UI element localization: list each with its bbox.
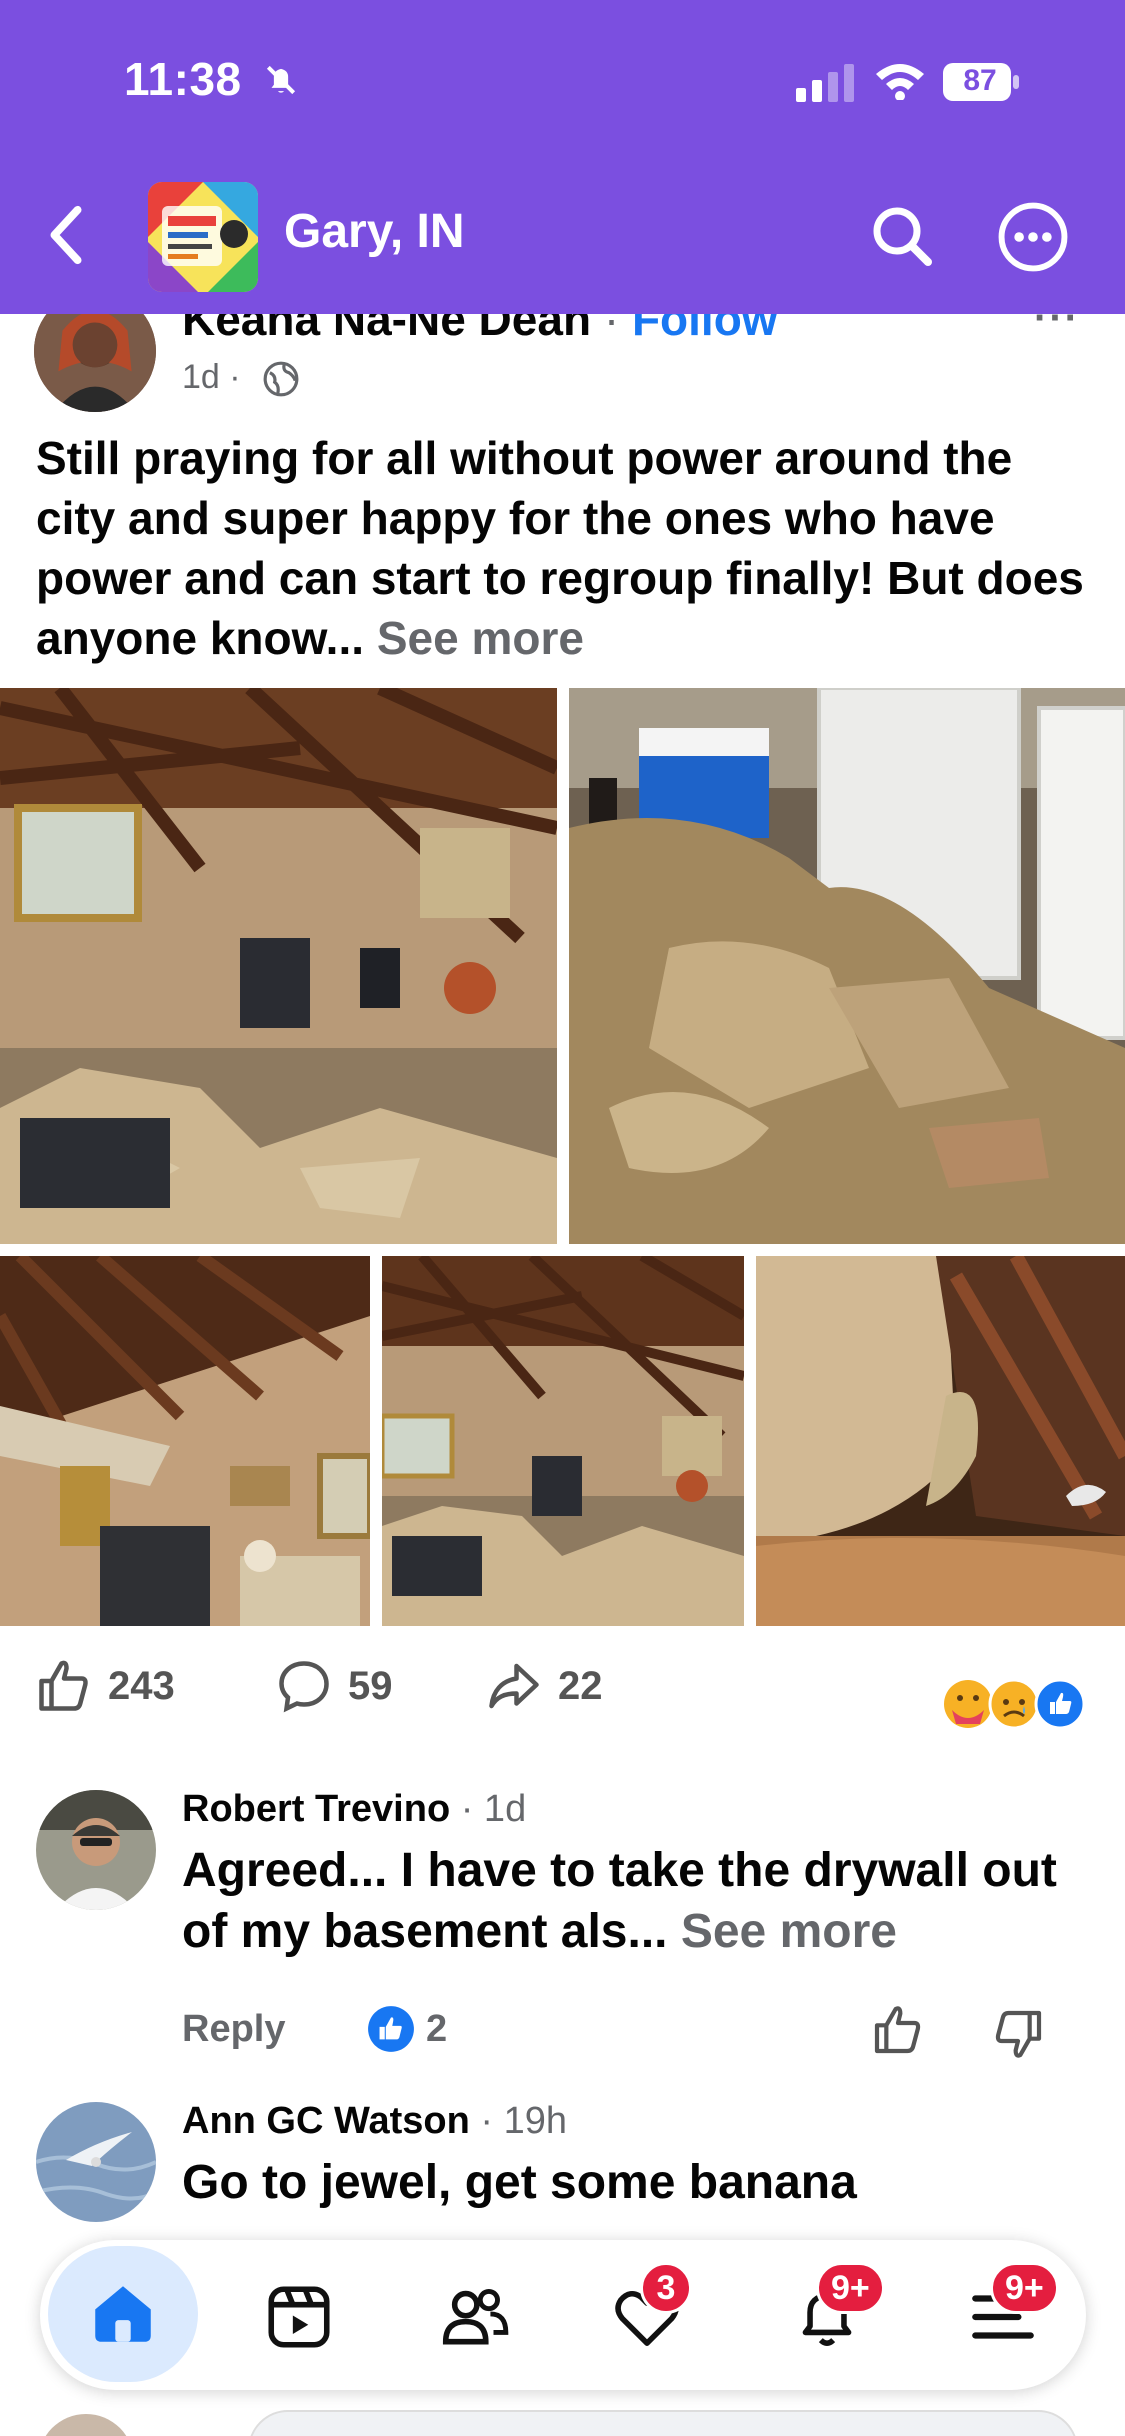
share-arrow-icon xyxy=(489,1663,539,1709)
reaction-emojis[interactable] xyxy=(940,1676,1090,1732)
nav-home-tab[interactable] xyxy=(48,2246,198,2382)
post-photo-2[interactable] xyxy=(569,688,1125,1244)
share-button[interactable]: 22 xyxy=(484,1656,603,1716)
nav-video-tab[interactable] xyxy=(244,2262,354,2372)
menu-badge: 9+ xyxy=(990,2262,1059,2314)
like-count: 243 xyxy=(108,1663,175,1708)
comment-text: Go to jewel, get some banana xyxy=(182,2156,857,2209)
bell-muted-icon xyxy=(266,65,296,95)
post-photo-1[interactable] xyxy=(0,688,557,1244)
comment-count: 59 xyxy=(348,1663,393,1708)
post-photo-3[interactable] xyxy=(0,1256,370,1626)
comment-author-line: Robert Trevino · 1d xyxy=(182,1788,526,1831)
comment-bubble-icon xyxy=(279,1661,329,1713)
comment-body: Agreed... I have to take the drywall out… xyxy=(182,1840,1082,1962)
comment-dislike-thumb-icon[interactable] xyxy=(990,2006,1046,2062)
like-badge-icon xyxy=(368,2006,414,2052)
commenter-avatar[interactable] xyxy=(36,1790,156,1910)
nav-friends-tab[interactable] xyxy=(420,2262,530,2372)
signal-icon xyxy=(796,64,854,102)
group-header: 11:38 87 Gary, IN xyxy=(0,0,1125,314)
comment-composer[interactable] xyxy=(248,2410,1078,2436)
battery-level: 87 xyxy=(963,64,997,97)
post-body: Still praying for all without power arou… xyxy=(36,428,1096,668)
post-photo-5[interactable] xyxy=(756,1256,1125,1626)
commenter-avatar[interactable] xyxy=(36,2102,156,2222)
notifications-badge: 9+ xyxy=(816,2262,885,2314)
friends-icon xyxy=(442,2288,509,2345)
back-chevron-icon[interactable] xyxy=(46,204,86,266)
comment-author-name[interactable]: Ann GC Watson xyxy=(182,2100,470,2142)
more-options-icon[interactable] xyxy=(996,200,1070,274)
comment-text: Agreed... I have to take the drywall out… xyxy=(182,1844,1057,1958)
sad-emoji-icon xyxy=(988,1678,1040,1730)
comment-like-number: 2 xyxy=(426,2007,448,2050)
care-emoji-icon xyxy=(944,1680,992,1728)
comment-author-line: Ann GC Watson · 19h xyxy=(182,2100,567,2143)
share-count: 22 xyxy=(558,1663,603,1708)
like-button[interactable]: 243 xyxy=(34,1656,175,1716)
group-avatar[interactable] xyxy=(148,182,258,292)
globe-icon xyxy=(263,361,299,397)
like-emoji-icon xyxy=(1034,1678,1086,1730)
reply-button[interactable]: Reply xyxy=(182,2008,285,2051)
status-time: 11:38 xyxy=(124,53,242,105)
search-icon[interactable] xyxy=(870,204,934,268)
comment-button[interactable]: 59 xyxy=(274,1656,393,1716)
thumbs-up-icon xyxy=(39,1660,88,1711)
comment-see-more-link[interactable]: See more xyxy=(681,1905,897,1958)
comment-author-name[interactable]: Robert Trevino xyxy=(182,1788,450,1830)
post-time: 1d · xyxy=(182,358,241,396)
comment-time: · 19h xyxy=(480,2100,567,2142)
comment-like-count: 2 xyxy=(366,2004,447,2054)
comment-like-thumb-icon[interactable] xyxy=(870,2002,926,2058)
comment-time: · 1d xyxy=(460,1788,527,1830)
home-icon xyxy=(95,2286,151,2342)
post-see-more-link[interactable]: See more xyxy=(377,612,584,664)
video-icon xyxy=(268,2286,330,2348)
wifi-icon xyxy=(876,64,924,100)
group-name[interactable]: Gary, IN xyxy=(284,204,465,259)
post-photo-4[interactable] xyxy=(382,1256,744,1626)
dating-badge: 3 xyxy=(640,2262,692,2314)
